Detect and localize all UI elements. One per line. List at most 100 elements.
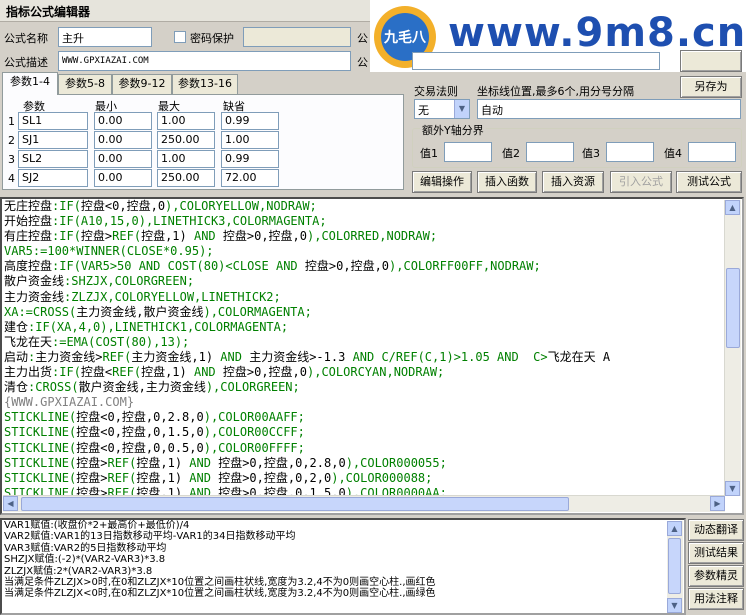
code-editor[interactable]: 无庄控盘:IF(控盘<0,控盘,0),COLORYELLOW,NODRAW; 开始… [0,197,744,515]
tab-param-5-8[interactable]: 参数5-8 [58,74,112,94]
code-line[interactable]: STICKLINE(控盘>REF(控盘,1) AND 控盘>0,控盘,0,2,0… [4,471,726,486]
tab-param-1-4[interactable]: 参数1-4 [2,72,58,95]
scroll-thumb[interactable] [726,268,740,348]
desc-input[interactable]: WWW.GPXIAZAI.COM [58,51,351,71]
code-token: STICKLINE( [4,410,77,425]
vertical-scrollbar[interactable]: ▲ ▼ [724,200,741,496]
chevron-down-icon[interactable]: ▼ [454,100,469,118]
help-scroll-thumb[interactable] [668,538,681,594]
scroll-up-icon[interactable]: ▲ [725,200,740,215]
yaxis-v4-label: 值4 [664,147,682,160]
param-min-field[interactable]: 0.00 [94,150,152,168]
param-max-field[interactable]: 250.00 [157,131,215,149]
insert-function-button[interactable]: 插入函数 [477,171,537,193]
param-wizard-button[interactable]: 参数精灵 [688,565,744,587]
scroll-left-icon[interactable]: ◀ [3,496,18,511]
save-as-button[interactable]: 另存为 [680,76,742,98]
code-token: 主力资金线 [4,289,65,304]
param-default-field[interactable]: 0.99 [221,150,279,168]
yaxis-v2-label: 值2 [502,147,520,160]
password-checkbox[interactable] [174,31,186,43]
formula-type-field[interactable] [412,52,660,70]
yaxis-v2-input[interactable] [526,142,574,162]
code-token: STICKLINE( [4,470,77,485]
code-line[interactable]: 清仓:CROSS(散户资金线,主力资金线),COLORGREEN; [4,380,726,395]
code-line[interactable]: 建仓:IF(XA,4,0),LINETHICK1,COLORMAGENTA; [4,320,726,335]
help-scrollbar[interactable]: ▲ ▼ [667,521,683,613]
code-text[interactable]: 无庄控盘:IF(控盘<0,控盘,0),COLORYELLOW,NODRAW; 开始… [4,199,726,497]
edit-ops-button[interactable]: 编辑操作 [412,171,472,193]
code-token: 控盘>0,控盘,0 [304,259,390,274]
scroll-up-icon[interactable]: ▲ [667,521,682,536]
code-line[interactable]: XA:=CROSS(主力资金线,散户资金线),COLORMAGENTA; [4,305,726,320]
tab-param-13-16[interactable]: 参数13-16 [172,74,238,94]
param-max-field[interactable]: 1.00 [157,112,215,130]
scroll-down-icon[interactable]: ▼ [667,598,682,613]
tab-param-9-12[interactable]: 参数9-12 [112,74,172,94]
code-line[interactable]: 散户资金线:SHZJX,COLORGREEN; [4,274,726,289]
code-line[interactable]: 开始控盘:IF(A10,15,0),LINETHICK3,COLORMAGENT… [4,214,726,229]
code-token: 主力资金线,1) [131,349,221,364]
code-token: ),COLOR000088; [331,470,433,485]
param-name-field[interactable]: SL2 [18,150,88,168]
param-name-field[interactable]: SL1 [18,112,88,130]
hscroll-thumb[interactable] [21,497,569,511]
code-token: 控盘>0,控盘,0,2,0 [218,470,332,485]
param-min-field[interactable]: 0.00 [94,112,152,130]
code-token: STICKLINE( [4,440,77,455]
code-line[interactable]: 主力资金线:ZLZJX,COLORYELLOW,LINETHICK2; [4,290,726,305]
name-input[interactable]: 主升 [58,27,152,47]
code-token: :IF(A10,15,0) [52,214,146,229]
code-line[interactable]: VAR5:=100*WINNER(CLOSE*0.95); [4,244,726,259]
horizontal-scrollbar[interactable]: ◀ ▶ [3,495,725,512]
code-line[interactable]: 启动:主力资金线>REF(主力资金线,1) AND 主力资金线>-1.3 AND… [4,350,726,365]
code-token: 控盘,1) [141,365,194,380]
param-min-field[interactable]: 0.00 [94,131,152,149]
code-token: 控盘<0,控盘,0 [80,199,166,213]
code-line[interactable]: STICKLINE(控盘<0,控盘,0,0.5,0),COLOR00FFFF; [4,441,726,456]
coord-input[interactable]: 自动 [477,99,741,119]
trade-rule-select[interactable]: 无 ▼ [414,99,470,119]
param-name-field[interactable]: SJ2 [18,169,88,187]
code-token: AND [189,455,219,470]
code-line[interactable]: STICKLINE(控盘>REF(控盘,1) AND 控盘>0,控盘,0,2.8… [4,456,726,471]
code-token: REF( [112,229,142,244]
param-default-field[interactable]: 0.99 [221,112,279,130]
param-name-field[interactable]: SJ1 [18,131,88,149]
import-formula-button[interactable]: 引入公式 [610,171,672,193]
code-line[interactable]: 飞龙在天:=EMA(COST(80),13); [4,335,726,350]
param-max-field[interactable]: 250.00 [157,169,215,187]
param-min-field[interactable]: 0.00 [94,169,152,187]
right-top-button[interactable] [680,50,742,72]
help-panel: VAR1赋值:(收盘价*2+最高价+最低价)/4 VAR2赋值:VAR1的13日指… [0,518,686,615]
code-line[interactable]: {WWW.GPXIAZAI.COM} [4,395,726,410]
code-token: STICKLINE( [4,455,77,470]
code-token: ),COLOR00AAFF; [203,410,305,425]
insert-resource-button[interactable]: 插入资源 [542,171,604,193]
scroll-down-icon[interactable]: ▼ [725,481,740,496]
test-result-button[interactable]: 测试结果 [688,542,744,564]
yaxis-v4-input[interactable] [688,142,736,162]
code-token: 主力出货 [4,365,53,380]
code-line[interactable]: 高度控盘:IF(VAR5>50 AND COST(80)<CLOSE AND 控… [4,259,726,274]
code-line[interactable]: 主力出货:IF(控盘<REF(控盘,1) AND 控盘>0,控盘,0),COLO… [4,365,726,380]
dynamic-translate-button[interactable]: 动态翻译 [688,519,744,541]
yaxis-v1-input[interactable] [444,142,492,162]
param-max-field[interactable]: 1.00 [157,150,215,168]
code-token: 高度控盘 [4,259,53,274]
usage-notes-button[interactable]: 用法注释 [688,588,744,610]
code-line[interactable]: STICKLINE(控盘<0,控盘,0,1.5,0),COLOR00CCFF; [4,425,726,440]
password-input[interactable] [243,27,351,47]
code-line[interactable]: 有庄控盘:IF(控盘>REF(控盘,1) AND 控盘>0,控盘,0),COLO… [4,229,726,244]
row-index: 3 [8,153,15,166]
code-token: :IF( [52,365,81,380]
code-token: 主力资金线,散户资金线 [76,304,204,319]
scroll-right-icon[interactable]: ▶ [710,496,725,511]
code-token: ),COLORGREEN; [205,380,300,395]
yaxis-v3-input[interactable] [606,142,654,162]
param-default-field[interactable]: 1.00 [221,131,279,149]
test-formula-button[interactable]: 测试公式 [676,171,742,193]
code-line[interactable]: 无庄控盘:IF(控盘<0,控盘,0),COLORYELLOW,NODRAW; [4,199,726,214]
param-default-field[interactable]: 72.00 [221,169,279,187]
code-line[interactable]: STICKLINE(控盘<0,控盘,0,2.8,0),COLOR00AAFF; [4,410,726,425]
